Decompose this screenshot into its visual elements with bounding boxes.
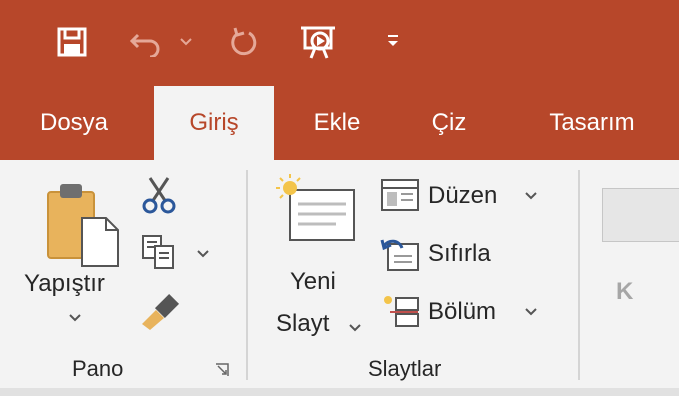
paste-dropdown-chevron-icon <box>68 310 82 326</box>
clipboard-dialog-launcher-icon[interactable] <box>212 360 232 380</box>
group-separator <box>246 170 248 380</box>
reset-button[interactable]: Sıfırla <box>378 234 508 276</box>
new-slide-label-line2: Slayt <box>276 310 330 337</box>
redo-icon[interactable] <box>222 20 266 64</box>
tab-design[interactable]: Tasarım <box>522 86 662 160</box>
cut-icon[interactable] <box>138 174 180 216</box>
reset-icon <box>380 236 420 277</box>
new-slide-icon <box>276 174 362 246</box>
section-label: Bölüm <box>428 298 497 325</box>
tab-draw-label: Çiz <box>431 109 467 136</box>
tab-file[interactable]: Dosya <box>18 86 130 160</box>
customize-qat-icon[interactable] <box>378 26 408 56</box>
tab-file-label: Dosya <box>39 109 109 136</box>
layout-icon <box>380 178 420 219</box>
paste-button[interactable]: Yapıştır <box>20 172 136 338</box>
layout-label: Düzen <box>428 182 498 209</box>
section-icon <box>380 294 420 335</box>
paste-label: Yapıştır <box>24 270 105 297</box>
font-name-combobox[interactable] <box>602 188 679 242</box>
ribbon-bottom-border <box>0 388 679 396</box>
section-button[interactable]: Bölüm <box>378 292 542 334</box>
bold-button[interactable]: K <box>616 278 633 306</box>
reset-label: Sıfırla <box>428 240 491 267</box>
group-separator <box>578 170 580 380</box>
new-slide-dropdown-chevron-icon <box>348 320 362 336</box>
copy-dropdown-chevron-icon[interactable] <box>196 246 210 262</box>
layout-dropdown-chevron-icon <box>524 188 538 204</box>
tab-insert-label: Ekle <box>313 109 361 136</box>
new-slide-button[interactable]: Yeni Slayt <box>266 172 372 344</box>
format-painter-icon[interactable] <box>136 288 184 332</box>
slides-group-label: Slaytlar <box>368 356 442 381</box>
tab-home-label: Giriş <box>189 109 239 136</box>
tab-home[interactable]: Giriş <box>154 86 274 160</box>
tab-draw[interactable]: Çiz <box>410 86 488 160</box>
layout-button[interactable]: Düzen <box>378 176 542 218</box>
tab-design-label: Tasarım <box>549 109 635 136</box>
save-icon[interactable] <box>52 22 92 62</box>
clipboard-group-label: Pano <box>72 356 124 381</box>
copy-icon[interactable] <box>136 232 182 272</box>
tab-insert[interactable]: Ekle <box>294 86 380 160</box>
undo-icon[interactable] <box>124 22 168 62</box>
start-slideshow-icon[interactable] <box>292 18 344 66</box>
new-slide-label-line1: Yeni <box>290 268 336 295</box>
paste-icon <box>44 180 140 270</box>
section-dropdown-chevron-icon <box>524 304 538 320</box>
undo-dropdown-chevron-icon[interactable] <box>176 32 196 52</box>
